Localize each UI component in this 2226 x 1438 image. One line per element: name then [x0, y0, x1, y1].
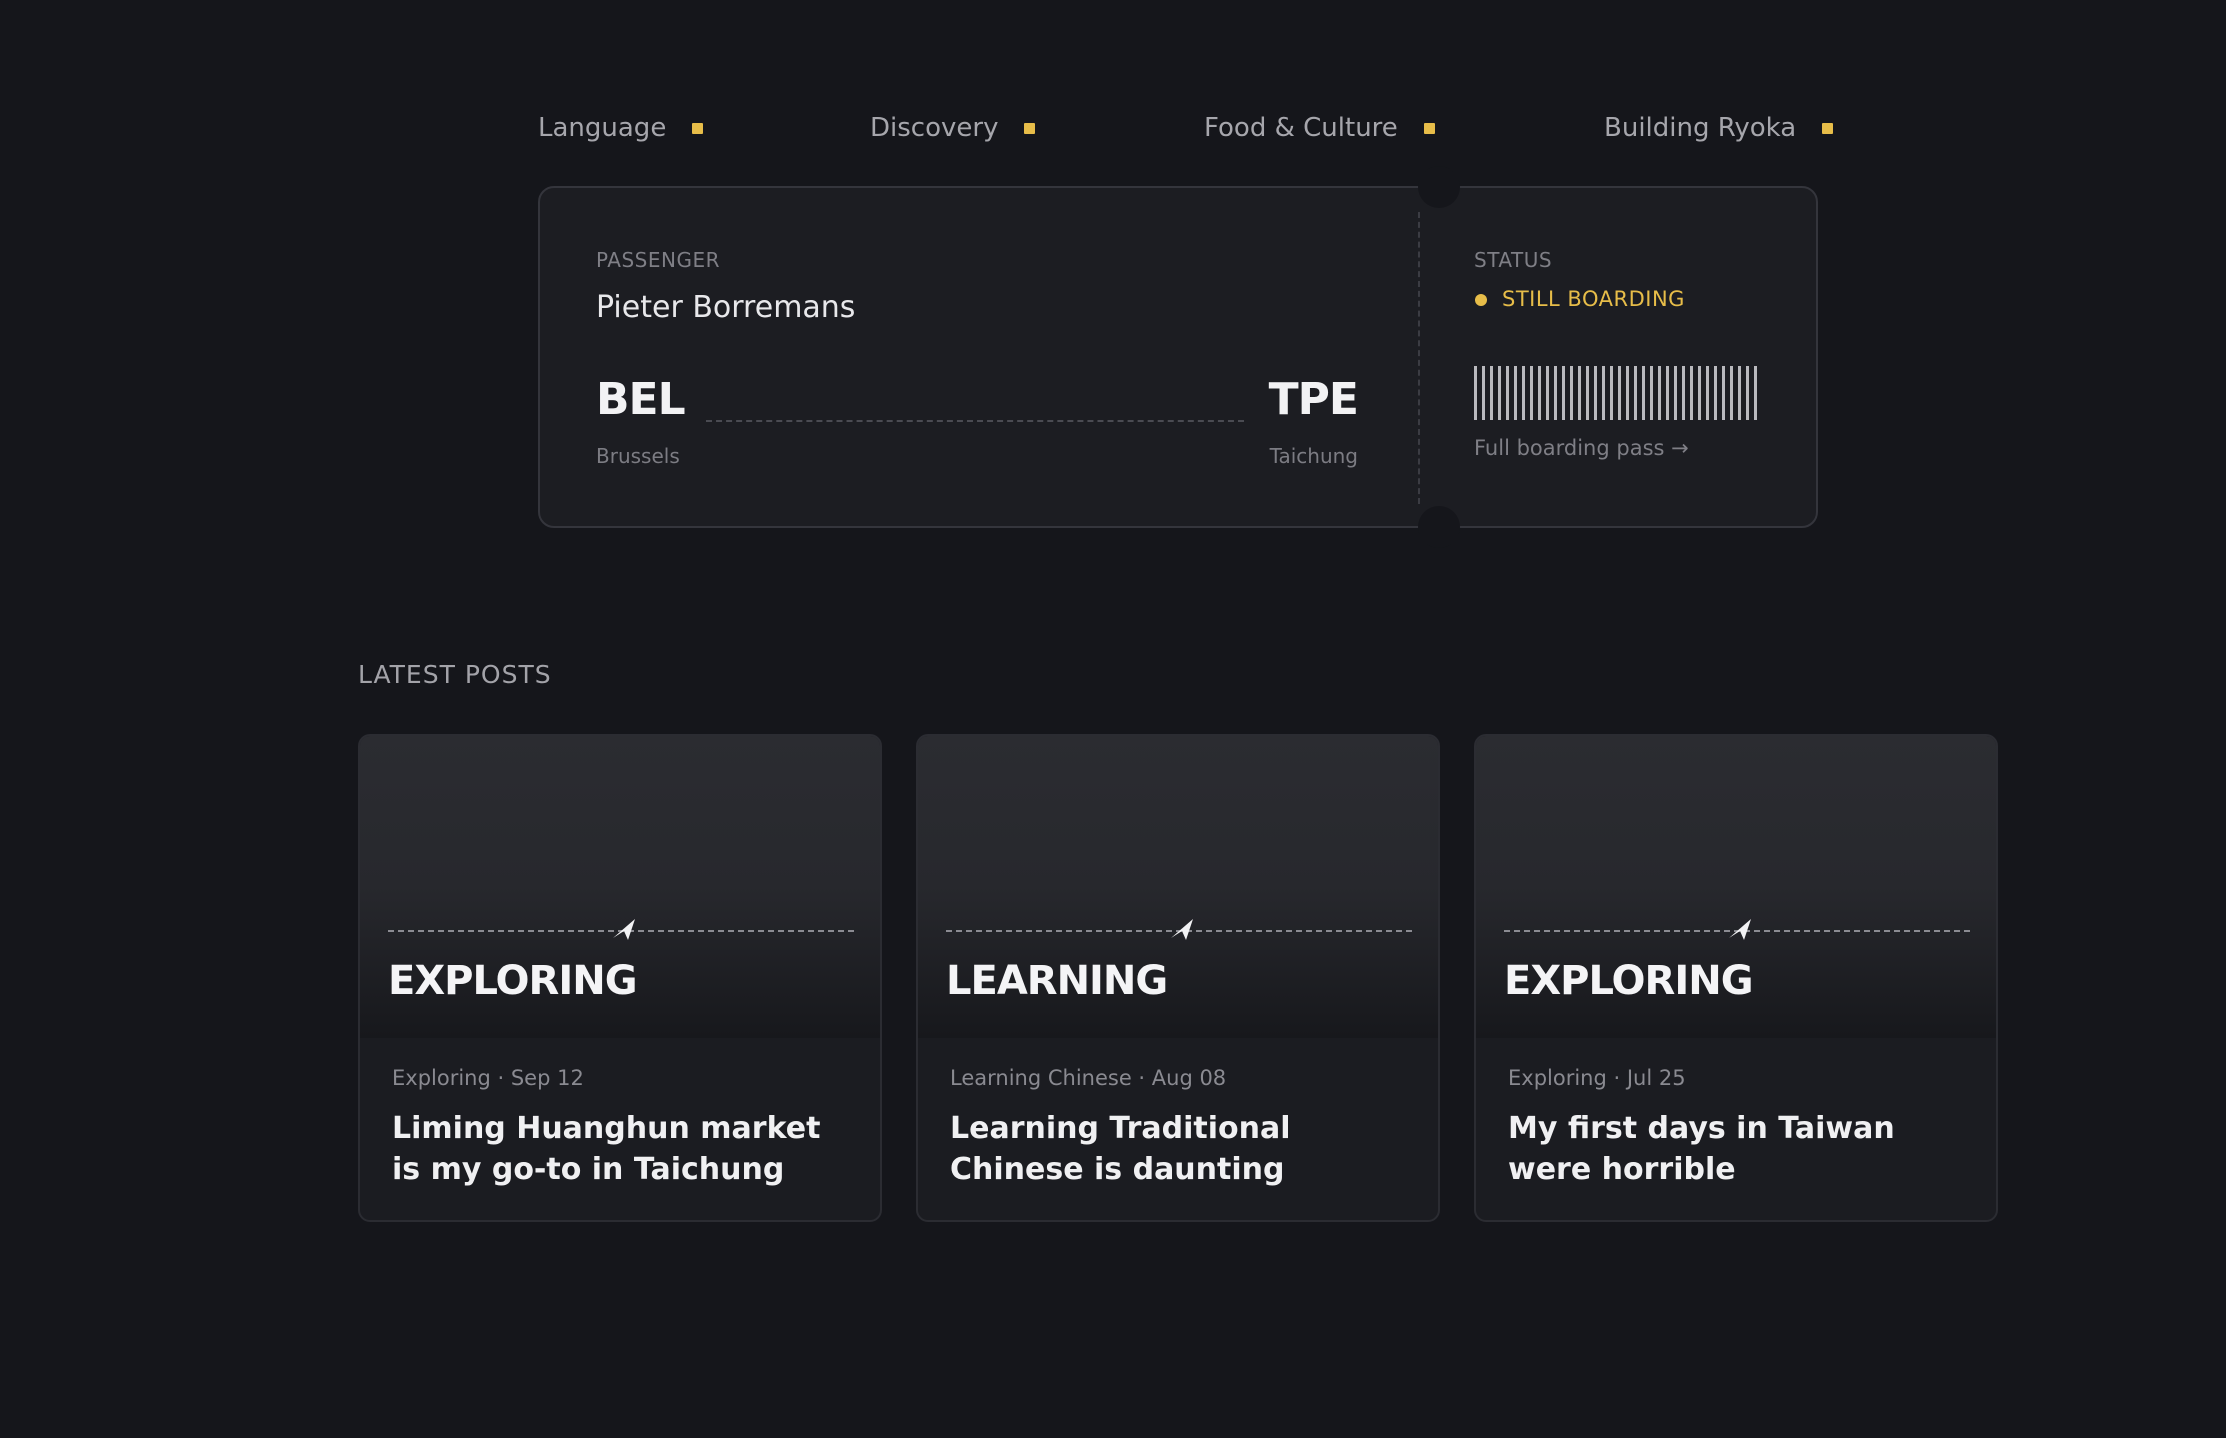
post-card[interactable]: LEARNING Learning Chinese · Aug 08 Learn… [916, 734, 1440, 1222]
nav-item-building-ryoka[interactable]: Building Ryoka [1604, 100, 1834, 156]
nav-item-label: Language [538, 113, 667, 143]
square-bullet-icon [1024, 122, 1036, 134]
cover-category: EXPLORING [388, 958, 638, 1004]
nav-item-discovery[interactable]: Discovery [870, 100, 1036, 156]
airplane-icon [1171, 919, 1193, 940]
barcode-icon [1474, 366, 1757, 420]
status-label: STATUS [1474, 248, 1553, 272]
square-bullet-icon [1423, 122, 1435, 134]
status-value: STILL BOARDING [1502, 287, 1685, 311]
full-boarding-pass-link[interactable]: Full boarding pass → [1474, 436, 1689, 460]
nav-item-label: Food & Culture [1204, 113, 1398, 143]
post-cover: EXPLORING [1476, 736, 1996, 1038]
post-meta: Exploring · Jul 25 [1508, 1066, 1686, 1090]
ticket-notch [1418, 166, 1460, 208]
destination-city: Taichung [1269, 444, 1358, 468]
post-meta: Exploring · Sep 12 [392, 1066, 584, 1090]
nav-item-food-culture[interactable]: Food & Culture [1204, 100, 1435, 156]
post-meta: Learning Chinese · Aug 08 [950, 1066, 1227, 1090]
status-dot-icon [1475, 294, 1487, 306]
origin-city: Brussels [596, 444, 680, 468]
latest-posts-heading: LATEST POSTS [358, 660, 552, 689]
route-line [706, 420, 1244, 422]
post-title[interactable]: Liming Huanghun market is my go-to in Ta… [392, 1108, 858, 1190]
nav-item-label: Building Ryoka [1604, 113, 1797, 143]
passenger-name: Pieter Borremans [596, 290, 856, 325]
post-cover: LEARNING [918, 736, 1438, 1038]
post-title[interactable]: Learning Traditional Chinese is daunting [950, 1108, 1416, 1190]
post-card[interactable]: EXPLORING Exploring · Sep 12 Liming Huan… [358, 734, 882, 1222]
post-cover: EXPLORING [360, 736, 880, 1038]
perforation-divider [1418, 212, 1420, 504]
airplane-icon [613, 919, 635, 940]
cover-category: LEARNING [946, 958, 1168, 1004]
post-card[interactable]: EXPLORING Exploring · Jul 25 My first da… [1474, 734, 1998, 1222]
airplane-icon [1729, 919, 1751, 940]
passenger-label: PASSENGER [596, 248, 720, 272]
nav-item-language[interactable]: Language [538, 100, 704, 156]
origin-code: BEL [596, 374, 686, 425]
nav-item-label: Discovery [870, 113, 999, 143]
destination-code: TPE [1268, 374, 1359, 425]
square-bullet-icon [692, 122, 704, 134]
boarding-pass-card: PASSENGER Pieter Borremans BEL Brussels … [538, 166, 1818, 548]
square-bullet-icon [1822, 122, 1834, 134]
post-title[interactable]: My first days in Taiwan were horrible [1508, 1108, 1974, 1190]
top-navigation: Language Discovery Food & Culture Buildi… [538, 100, 1834, 156]
cover-category: EXPLORING [1504, 958, 1754, 1004]
ticket-notch [1418, 506, 1460, 548]
